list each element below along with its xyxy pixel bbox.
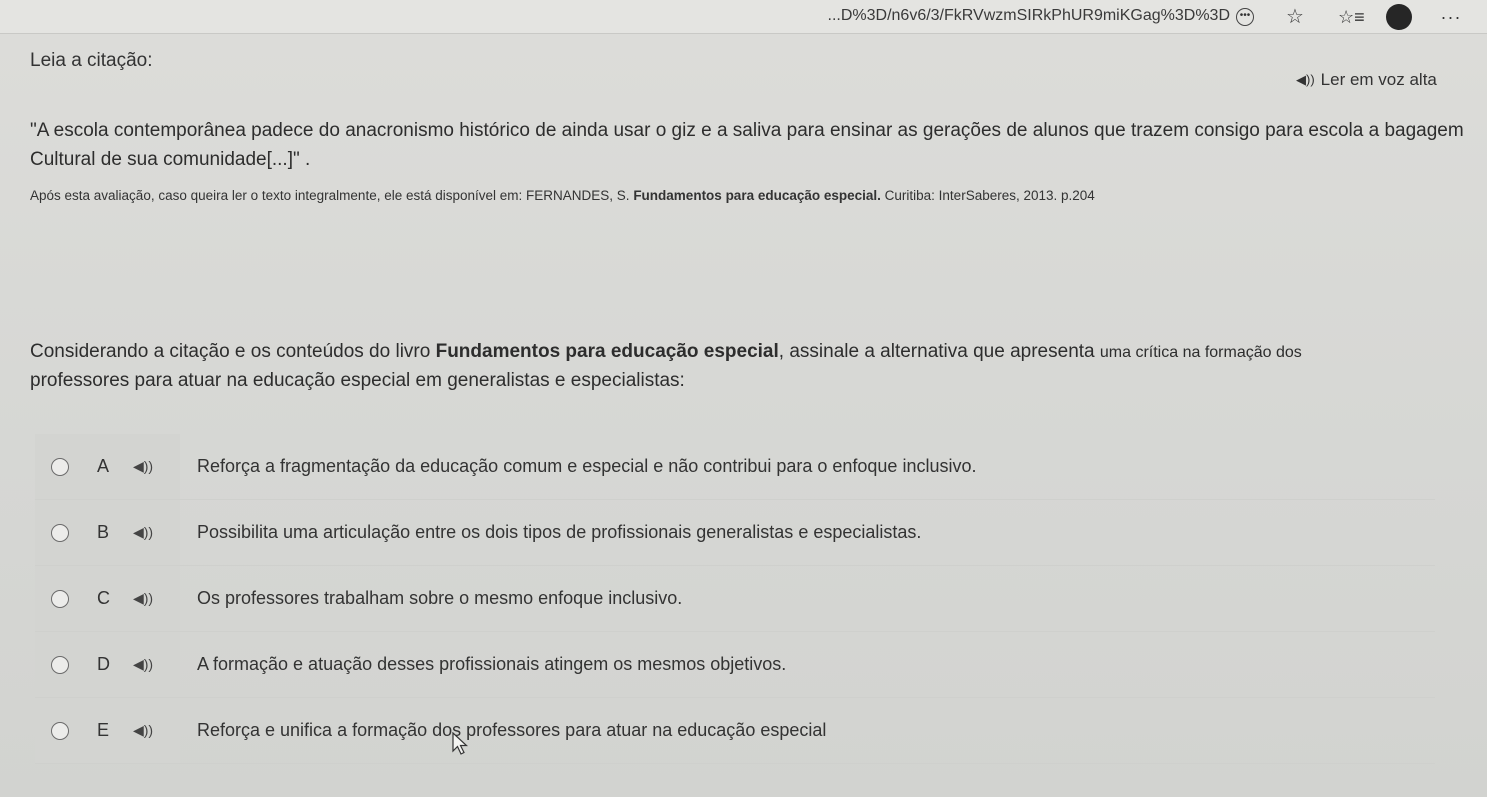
speaker-icon[interactable]: ◀)) (133, 524, 153, 541)
option-text[interactable]: Reforça a fragmentação da educação comum… (197, 456, 976, 477)
source-suffix: Curitiba: InterSaberes, 2013. p.204 (880, 188, 1095, 203)
quote-text: "A escola contemporânea padece do anacro… (30, 120, 1464, 170)
radio-button[interactable] (51, 655, 69, 674)
speaker-icon[interactable]: ◀)) (133, 590, 153, 607)
option-letter: E (97, 720, 110, 740)
option-letter: A (97, 456, 110, 476)
page-content: Leia a citação: ◀)) Ler em voz alta "A e… (0, 34, 1487, 797)
option-e[interactable]: E ◀)) Reforça e unifica a formação dos p… (35, 698, 1435, 764)
more-icon[interactable]: ··· (1440, 6, 1462, 28)
read-aloud-button[interactable]: ◀)) Ler em voz alta (1296, 70, 1437, 90)
source-prefix: Após esta avaliação, caso queira ler o t… (30, 188, 634, 203)
instruction-label: Leia a citação: (30, 50, 153, 71)
speaker-icon[interactable]: ◀)) (133, 722, 153, 739)
option-letter: C (97, 588, 110, 608)
radio-button[interactable] (51, 589, 69, 608)
option-controls: A ◀)) (35, 434, 180, 499)
question-book-title: Fundamentos para educação especial (435, 341, 779, 362)
source-book-title: Fundamentos para educação especial. (633, 188, 881, 203)
option-text[interactable]: Possibilita uma articulação entre os doi… (197, 522, 921, 543)
option-text[interactable]: A formação e atuação desses profissionai… (197, 654, 786, 675)
star-icon[interactable]: ☆ (1284, 6, 1306, 28)
speaker-icon: ◀)) (1296, 72, 1315, 87)
option-letter: B (97, 522, 110, 542)
option-text[interactable]: Os professores trabalham sobre o mesmo e… (197, 588, 682, 609)
option-controls: B ◀)) (35, 500, 180, 565)
question-text: Considerando a citação e os conteúdos do… (30, 338, 1450, 395)
option-text[interactable]: Reforça e unifica a formação dos profess… (197, 720, 826, 741)
question-middle: , assinale a alternativa que apresenta (778, 341, 1100, 362)
source-reference: Após esta avaliação, caso queira ler o t… (30, 188, 1470, 203)
reading-mode-icon[interactable]: ••• (1236, 8, 1254, 26)
option-controls: C ◀)) (35, 566, 180, 631)
address-bar[interactable]: ...D%3D/n6v6/3/FkRVwzmSIRkPhUR9miKGag%3D… (500, 7, 1231, 25)
browser-toolbar: ...D%3D/n6v6/3/FkRVwzmSIRkPhUR9miKGag%3D… (0, 0, 1487, 34)
option-letter: D (97, 654, 110, 674)
favorites-list-icon[interactable]: ☆≡ (1338, 6, 1365, 28)
mouse-cursor-icon (452, 732, 468, 755)
question-small: uma crítica na formação dos (1099, 344, 1302, 361)
option-d[interactable]: D ◀)) A formação e atuação desses profis… (35, 632, 1435, 698)
profile-icon[interactable] (1386, 4, 1412, 30)
option-controls: D ◀)) (35, 632, 180, 697)
option-controls: E ◀)) (35, 698, 180, 763)
answer-options: A ◀)) Reforça a fragmentação da educação… (35, 434, 1435, 764)
speaker-icon[interactable]: ◀)) (133, 656, 153, 673)
option-c[interactable]: C ◀)) Os professores trabalham sobre o m… (35, 566, 1435, 632)
read-aloud-label: Ler em voz alta (1320, 70, 1437, 89)
option-a[interactable]: A ◀)) Reforça a fragmentação da educação… (35, 434, 1435, 500)
question-prefix: Considerando a citação e os conteúdos do… (30, 341, 436, 362)
radio-button[interactable] (51, 523, 69, 542)
radio-button[interactable] (51, 457, 69, 476)
speaker-icon[interactable]: ◀)) (133, 458, 153, 475)
question-rest: professores para atuar na educação espec… (30, 370, 685, 391)
radio-button[interactable] (51, 721, 69, 740)
option-b[interactable]: B ◀)) Possibilita uma articulação entre … (35, 500, 1435, 566)
